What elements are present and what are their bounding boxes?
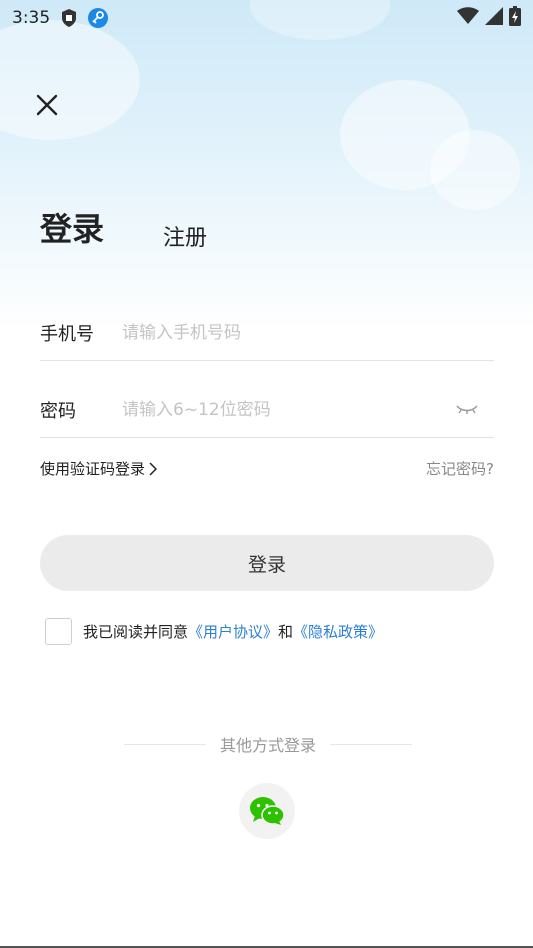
tab-login[interactable]: 登录 — [40, 204, 104, 250]
header-background — [0, 0, 533, 330]
phone-field-row: 手机号 — [40, 305, 494, 361]
password-input[interactable] — [122, 399, 454, 420]
status-time: 3:35 — [12, 8, 51, 28]
divider-line-right — [330, 743, 412, 745]
close-icon[interactable] — [34, 92, 60, 118]
other-login-title: 其他方式登录 — [219, 736, 316, 755]
agreement-checkbox[interactable] — [45, 618, 72, 645]
battery-charging-icon — [509, 6, 521, 30]
other-login-divider: 其他方式登录 — [118, 732, 418, 756]
privacy-policy-link[interactable]: 《隐私政策》 — [293, 621, 383, 642]
login-button[interactable]: 登录 — [40, 535, 494, 591]
phone-label: 手机号 — [40, 323, 94, 345]
agreement-row: 我已阅读并同意 《用户协议》 和 《隐私政策》 — [45, 618, 383, 645]
divider-line-left — [123, 743, 206, 745]
wifi-icon — [457, 7, 479, 29]
vpn-key-icon — [88, 8, 109, 28]
agreement-and: 和 — [278, 623, 294, 641]
chevron-right-icon — [149, 461, 158, 476]
agreement-prefix: 我已阅读并同意 — [83, 623, 189, 641]
forgot-password-link[interactable]: 忘记密码? — [426, 458, 494, 479]
eye-closed-icon[interactable] — [454, 402, 480, 418]
sms-login-link[interactable]: 使用验证码登录 — [40, 458, 158, 479]
wechat-login-button[interactable] — [239, 783, 295, 839]
tab-register[interactable]: 注册 — [163, 220, 207, 252]
password-field-row: 密码 — [40, 382, 494, 438]
signal-icon — [485, 7, 503, 29]
password-label: 密码 — [40, 400, 76, 422]
phone-input[interactable] — [122, 322, 494, 343]
user-agreement-link[interactable]: 《用户协议》 — [188, 621, 278, 642]
wechat-icon — [249, 796, 285, 826]
sms-login-label: 使用验证码登录 — [40, 460, 146, 478]
shield-icon — [60, 8, 78, 28]
status-bar: 3:35 — [0, 0, 533, 36]
